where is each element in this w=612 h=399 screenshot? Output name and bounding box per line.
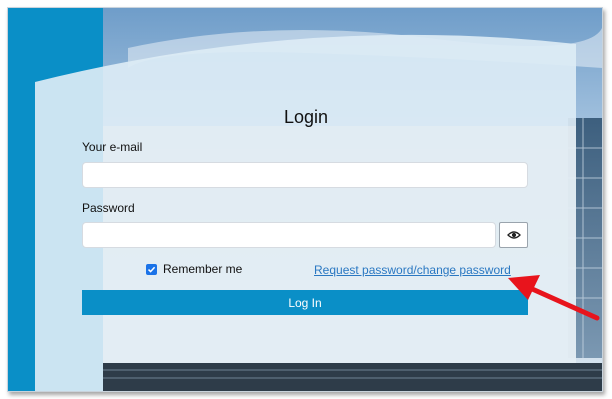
checkmark-icon [147, 266, 156, 273]
request-password-link[interactable]: Request password/change password [314, 263, 511, 277]
login-screen: Login Your e-mail Password Remember me R… [7, 7, 603, 392]
remember-me-label: Remember me [163, 262, 243, 276]
password-label: Password [82, 201, 135, 215]
password-field[interactable] [82, 222, 496, 248]
remember-me[interactable]: Remember me [146, 262, 242, 276]
login-button[interactable]: Log In [82, 290, 528, 315]
remember-me-checkbox[interactable] [146, 263, 157, 275]
email-label: Your e-mail [82, 140, 143, 154]
email-field[interactable] [82, 162, 528, 188]
show-password-button[interactable] [499, 222, 528, 248]
login-title: Login [283, 107, 329, 127]
eye-icon [506, 231, 521, 239]
login-panel [35, 34, 576, 391]
